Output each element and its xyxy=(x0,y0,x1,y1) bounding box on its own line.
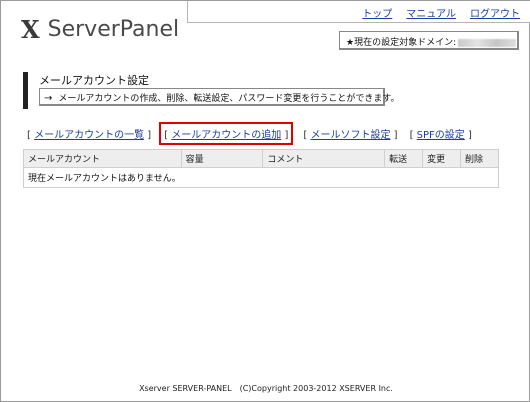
target-domain-box: ★現在の設定対象ドメイン: xyxy=(339,31,519,50)
table-row: 現在メールアカウントはありません。 xyxy=(23,167,499,188)
sub-navigation: [ メールアカウントの一覧 ] [ メールアカウントの追加 ] [ メールソフト… xyxy=(27,122,484,145)
account-list-link[interactable]: メールアカウントの一覧 xyxy=(34,130,144,141)
top-nav: トップ マニュアル ログアウト xyxy=(362,5,520,20)
description-text: メールアカウントの作成、削除、転送設定、パスワード変更を行うことができます。 xyxy=(58,94,400,104)
window-frame: X ServerPanel トップ マニュアル ログアウト ★現在の設定対象ドメ… xyxy=(0,0,530,402)
server-panel-logo[interactable]: X ServerPanel xyxy=(21,15,179,44)
table-header-row: メールアカウント 容量 コメント 転送 変更 削除 xyxy=(23,149,499,168)
column-header-delete: 削除 xyxy=(460,149,499,168)
nav-link-logout[interactable]: ログアウト xyxy=(470,5,520,20)
column-header-account: メールアカウント xyxy=(23,149,182,168)
xserver-logo-icon: X xyxy=(21,15,40,44)
spf-settings-link[interactable]: SPFの設定 xyxy=(417,130,465,141)
section-description: → メールアカウントの作成、削除、転送設定、パスワード変更を行うことができます。 xyxy=(39,88,400,106)
nav-link-top[interactable]: トップ xyxy=(362,5,392,20)
subnav-item-add-account: [ メールアカウントの追加 ] xyxy=(159,122,294,145)
column-header-forward: 転送 xyxy=(384,149,424,168)
subnav-item-mail-software: [ メールソフト設定 ] xyxy=(303,130,398,141)
subnav-item-spf: [ SPFの設定 ] xyxy=(409,130,472,141)
column-header-capacity: 容量 xyxy=(180,149,264,168)
redacted-domain xyxy=(458,38,517,47)
column-header-edit: 変更 xyxy=(422,149,461,168)
mail-software-settings-link[interactable]: メールソフト設定 xyxy=(310,130,390,141)
nav-link-manual[interactable]: マニュアル xyxy=(406,5,456,20)
empty-message: 現在メールアカウントはありません。 xyxy=(23,167,499,188)
mail-account-table: メールアカウント 容量 コメント 転送 変更 削除 現在メールアカウントはありま… xyxy=(23,149,499,188)
subnav-item-account-list: [ メールアカウントの一覧 ] xyxy=(27,130,152,141)
section-title-bar xyxy=(23,72,28,109)
footer-copyright: Xserver SERVER-PANEL (C)Copyright 2003-2… xyxy=(139,384,393,393)
top-nav-bar: トップ マニュアル ログアウト xyxy=(187,1,530,23)
column-header-comment: コメント xyxy=(262,149,386,168)
add-account-link[interactable]: メールアカウントの追加 xyxy=(171,130,281,141)
arrow-right-icon: → xyxy=(44,93,53,104)
target-domain-label: ★現在の設定対象ドメイン: xyxy=(346,38,457,48)
page-title: メールアカウント設定 xyxy=(39,74,149,87)
logo-text: ServerPanel xyxy=(47,17,180,42)
